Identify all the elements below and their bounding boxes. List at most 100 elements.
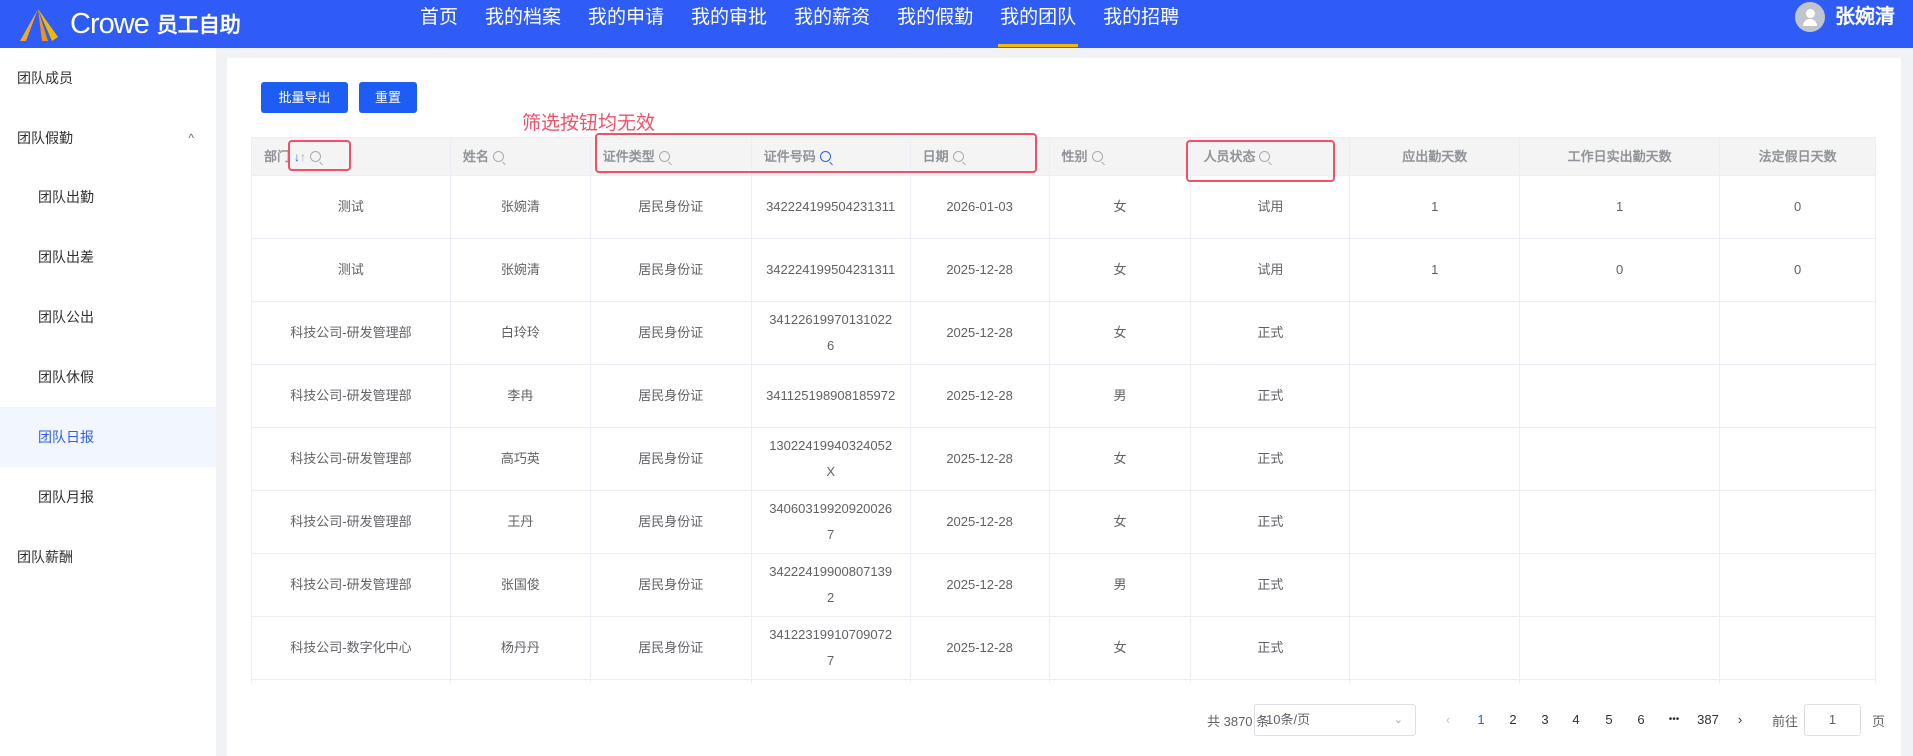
crowe-logo-icon [20, 9, 58, 41]
sidebar-item-team-checkin[interactable]: 团队出勤 [0, 167, 216, 227]
prev-page-button[interactable]: ‹ [1436, 704, 1460, 736]
sidebar-item-team-salary[interactable]: 团队薪酬 [0, 527, 216, 587]
empty-cell [1720, 680, 1876, 683]
cell-id-type: 居民身份证 [591, 365, 752, 427]
sidebar-item-team-attendance-group[interactable]: 团队假勤 ^ [0, 108, 216, 168]
cell-holiday-days [1720, 302, 1876, 364]
cell-name: 白玲玲 [451, 302, 591, 364]
cell-required-days [1350, 491, 1521, 553]
page-2[interactable]: 2 [1501, 704, 1525, 736]
cell-required-days [1350, 554, 1521, 616]
table-row: 科技公司-数字化中心 杨丹丹 居民身份证 341223199107090727 2025… [252, 617, 1876, 680]
search-icon[interactable] [492, 151, 504, 162]
cell-id-number: 341223199107090727 [752, 617, 911, 679]
nav-attendance[interactable]: 我的假勤 [897, 0, 973, 48]
page-size-value: 10条/页 [1266, 712, 1311, 727]
table-body: 测试 张婉清 居民身份证 342224199504231311 2026-01-03 女试… [252, 176, 1876, 683]
sidebar-item-team-business-trip[interactable]: 团队出差 [0, 227, 216, 287]
sidebar-item-team-monthly-report[interactable]: 团队月报 [0, 467, 216, 527]
cell-actual-days [1520, 302, 1721, 364]
table-row: 科技公司-研发管理部 李冉 居民身份证 341125198908185972 2025-… [252, 365, 1876, 428]
empty-cell [451, 680, 591, 683]
col-label: 部门 [264, 149, 291, 164]
sidebar-item-label: 团队成员 [17, 70, 73, 86]
nav-approvals[interactable]: 我的审批 [691, 0, 767, 48]
goto-page-input[interactable]: 1 [1804, 704, 1861, 736]
cell-gender: 男 [1050, 554, 1192, 616]
cell-status: 正式 [1191, 365, 1351, 427]
cell-status: 试用 [1191, 176, 1351, 238]
sidebar-item-label: 团队出勤 [38, 189, 94, 205]
cell-date: 2025-12-28 [911, 302, 1050, 364]
annotation-box-id-date [595, 133, 1037, 173]
table-row: 科技公司-研发管理部 白玲玲 居民身份证 341226199701310226 2025… [252, 302, 1876, 365]
user-menu[interactable]: 张婉清 [1795, 0, 1895, 48]
page-5[interactable]: 5 [1597, 704, 1621, 736]
cell-department: 科技公司-研发管理部 [252, 428, 451, 490]
cell-actual-days [1520, 554, 1721, 616]
nav-salary[interactable]: 我的薪资 [794, 0, 870, 48]
cell-holiday-days [1720, 617, 1876, 679]
nav-recruitment[interactable]: 我的招聘 [1103, 0, 1179, 48]
empty-cell [591, 680, 752, 683]
cell-holiday-days: 0 [1720, 176, 1876, 238]
sidebar-item-team-members[interactable]: 团队成员 [0, 48, 216, 108]
cell-status: 正式 [1191, 302, 1351, 364]
cell-status: 正式 [1191, 491, 1351, 553]
page-4[interactable]: 4 [1564, 704, 1588, 736]
cell-id-type: 居民身份证 [591, 176, 752, 238]
chevron-down-icon: ⌄ [1393, 714, 1403, 726]
cell-department: 科技公司-研发管理部 [252, 302, 451, 364]
page-scrollbar[interactable] [1901, 58, 1913, 756]
cell-actual-days [1520, 428, 1721, 490]
cell-holiday-days [1720, 428, 1876, 490]
cell-date: 2025-12-28 [911, 617, 1050, 679]
next-page-button[interactable]: › [1728, 704, 1752, 736]
empty-cell [1520, 680, 1721, 683]
cell-status: 正式 [1191, 617, 1351, 679]
page-suffix: 页 [1872, 713, 1886, 729]
cell-department: 科技公司-研发管理部 [252, 365, 451, 427]
annotation-box-status [1186, 140, 1335, 182]
sidebar-item-label: 团队休假 [38, 369, 94, 385]
cell-id-type: 居民身份证 [591, 302, 752, 364]
nav-profile[interactable]: 我的档案 [485, 0, 561, 48]
page-387[interactable]: 387 [1694, 704, 1722, 736]
sidebar-item-team-outing[interactable]: 团队公出 [0, 287, 216, 347]
cell-actual-days [1520, 491, 1721, 553]
page-6[interactable]: 6 [1629, 704, 1653, 736]
chevron-up-icon: ^ [188, 131, 194, 145]
nav-team[interactable]: 我的团队 [998, 0, 1079, 48]
cell-holiday-days [1720, 491, 1876, 553]
cell-id-number: 342224199008071392 [752, 554, 911, 616]
logo[interactable]: Crowe 员工自助 [18, 0, 241, 48]
col-name: 姓名 [451, 138, 591, 175]
search-icon[interactable] [1091, 151, 1103, 162]
col-required-days: 应出勤天数 [1350, 138, 1521, 175]
page-3[interactable]: 3 [1533, 704, 1557, 736]
nav-home[interactable]: 首页 [420, 0, 458, 48]
cell-id-number: 341226199701310226 [752, 302, 911, 364]
more-pages-button[interactable]: ••• [1662, 704, 1686, 736]
page-1[interactable]: 1 [1469, 704, 1493, 736]
cell-required-days: 1 [1350, 239, 1521, 301]
top-header: Crowe 员工自助 首页 我的档案 我的申请 我的审批 我的薪资 我的假勤 我… [0, 0, 1913, 48]
team-daily-report-table: 部门 ↓↑ 姓名 证件类型 证件号码 日期 性别 人员状态 应出勤天数 工作日实出… [251, 137, 1876, 683]
cell-gender: 男 [1050, 365, 1192, 427]
table-row: 科技公司-研发管理部 张国俊 居民身份证 342224199008071392 2025… [252, 554, 1876, 617]
main-nav: 首页 我的档案 我的申请 我的审批 我的薪资 我的假勤 我的团队 我的招聘 [420, 0, 1206, 48]
batch-export-button[interactable]: 批量导出 [261, 82, 348, 113]
nav-applications[interactable]: 我的申请 [588, 0, 664, 48]
sidebar-item-team-leave[interactable]: 团队休假 [0, 347, 216, 407]
cell-status: 正式 [1191, 428, 1351, 490]
cell-name: 张婉清 [451, 176, 591, 238]
page-size-select[interactable]: 10条/页 ⌄ [1254, 704, 1416, 736]
table-header: 部门 ↓↑ 姓名 证件类型 证件号码 日期 性别 人员状态 应出勤天数 工作日实出… [252, 137, 1876, 176]
col-label: 姓名 [462, 149, 489, 164]
cell-required-days: 1 [1350, 176, 1521, 238]
sidebar-item-team-daily-report[interactable]: 团队日报 [0, 407, 216, 467]
empty-cell [1050, 680, 1192, 683]
cell-name: 李冉 [451, 365, 591, 427]
reset-button[interactable]: 重置 [359, 82, 417, 113]
app-name: 员工自助 [156, 14, 241, 37]
